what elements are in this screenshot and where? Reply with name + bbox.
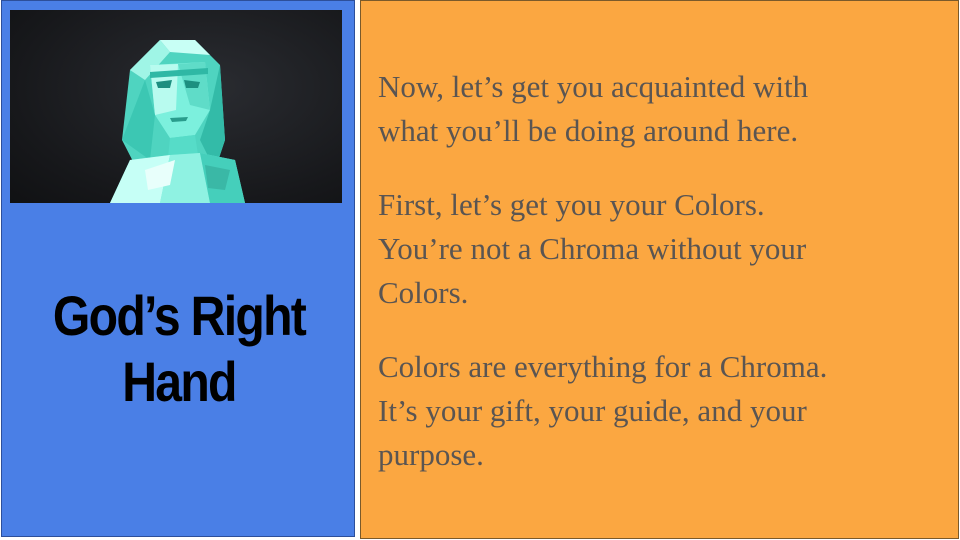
speaker-name-line-1: God’s Right	[52, 284, 307, 347]
dialogue-paragraph-1: Now, let’s get you acquainted with what …	[378, 69, 809, 148]
speaker-panel: God’s Right Hand	[1, 0, 355, 537]
dialogue-text: Now, let’s get you acquainted with what …	[378, 65, 948, 507]
speaker-name-line-2: Hand	[122, 350, 237, 413]
speaker-name: God’s Right Hand	[27, 283, 331, 415]
crystal-figure-icon	[110, 40, 245, 203]
speaker-portrait	[10, 10, 342, 203]
dialogue-paragraph-2: First, let’s get you your Colors. You’re…	[378, 187, 807, 310]
dialogue-box[interactable]: Now, let’s get you acquainted with what …	[360, 0, 959, 539]
dialogue-screen: God’s Right Hand Now, let’s get you acqu…	[0, 0, 960, 540]
dialogue-paragraph-3: Colors are everything for a Chroma. It’s…	[378, 349, 828, 472]
